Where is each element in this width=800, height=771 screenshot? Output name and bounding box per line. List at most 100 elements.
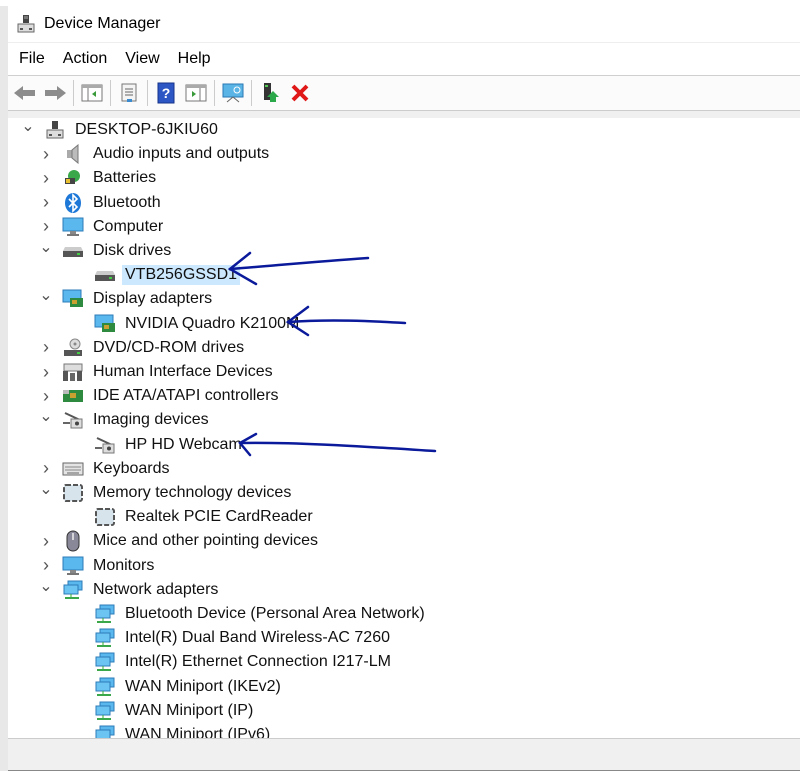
- properties-icon: [119, 83, 139, 103]
- monitor-icon: [62, 556, 84, 576]
- keyboard-icon: [62, 459, 84, 479]
- tree-device[interactable]: WAN Miniport (IKEv2): [64, 675, 284, 699]
- chevron-right-icon[interactable]: ›: [38, 458, 54, 479]
- uninstall-device-button[interactable]: [285, 80, 315, 106]
- properties-button[interactable]: [114, 80, 144, 106]
- tree-device[interactable]: VTB256GSSD1: [64, 263, 241, 287]
- chevron-right-icon[interactable]: ›: [38, 386, 54, 407]
- tree-category[interactable]: › DVD/CD-ROM drives: [38, 336, 247, 360]
- tree-item-label: NVIDIA Quadro K2100M: [125, 314, 300, 332]
- network-adapter-icon: [94, 725, 116, 738]
- toolbar-separator: [147, 80, 148, 106]
- tree-device[interactable]: Bluetooth Device (Personal Area Network): [64, 602, 428, 626]
- window-title: Device Manager: [44, 15, 161, 32]
- tree-root-computer[interactable]: ⌄ DESKTOP-6JKIU60: [20, 118, 221, 142]
- tree-item-label: Human Interface Devices: [93, 363, 273, 380]
- tree-item-label: Computer: [93, 217, 164, 235]
- chevron-right-icon[interactable]: ›: [38, 168, 54, 189]
- svg-text:?: ?: [162, 85, 171, 101]
- menu-action[interactable]: Action: [54, 50, 116, 68]
- chevron-right-icon[interactable]: ›: [38, 555, 54, 576]
- tree-device[interactable]: Intel(R) Dual Band Wireless-AC 7260: [64, 626, 393, 650]
- tree-item-label: WAN Miniport (IPv6): [125, 726, 271, 738]
- menu-bar: File Action View Help: [8, 42, 800, 75]
- chevron-right-icon[interactable]: ›: [38, 362, 54, 383]
- tree-device[interactable]: WAN Miniport (IPv6): [64, 723, 273, 738]
- tree-item-label: Imaging devices: [93, 411, 209, 429]
- chevron-down-icon[interactable]: ⌄: [38, 576, 54, 596]
- help-button[interactable]: ?: [151, 80, 181, 106]
- back-button[interactable]: [10, 80, 40, 106]
- chevron-right-icon[interactable]: ›: [38, 337, 54, 358]
- toolbar: ?: [8, 75, 800, 111]
- tree-device[interactable]: Intel(R) Ethernet Connection I217-LM: [64, 650, 394, 674]
- tree-category[interactable]: ⌄ Disk drives: [38, 239, 174, 263]
- ide-controller-icon: [62, 386, 84, 406]
- tree-device[interactable]: WAN Miniport (IP): [64, 699, 256, 723]
- help-icon: ?: [157, 82, 175, 104]
- tree-item-label: Bluetooth Device (Personal Area Network): [125, 605, 425, 622]
- tree-category[interactable]: › Keyboards: [38, 457, 173, 481]
- tree-category[interactable]: › IDE ATA/ATAPI controllers: [38, 384, 282, 408]
- tree-device[interactable]: HP HD Webcam: [64, 433, 245, 457]
- tree-item-label: Realtek PCIE CardReader: [125, 508, 313, 526]
- menu-file[interactable]: File: [10, 50, 54, 68]
- red-x-icon: [290, 83, 310, 103]
- chevron-right-icon[interactable]: ›: [38, 144, 54, 165]
- tree-device[interactable]: Realtek PCIE CardReader: [64, 505, 316, 529]
- network-adapter-icon: [94, 701, 116, 721]
- show-action-pane-button[interactable]: [181, 80, 211, 106]
- arrow-right-icon: [43, 84, 67, 102]
- battery-icon: [62, 168, 84, 188]
- scan-hardware-changes-button[interactable]: [218, 80, 248, 106]
- tree-item-label: Disk drives: [93, 242, 172, 259]
- camera-icon: [94, 435, 116, 455]
- status-bar: [8, 738, 800, 770]
- tree-category[interactable]: ⌄ Memory technology devices: [38, 481, 294, 505]
- chevron-down-icon[interactable]: ⌄: [38, 479, 54, 499]
- tree-item-label: Keyboards: [93, 459, 170, 477]
- tree-category[interactable]: › Computer: [38, 215, 166, 239]
- chevron-down-icon[interactable]: ⌄: [38, 237, 54, 257]
- network-adapter-icon: [62, 580, 84, 600]
- tree-category[interactable]: › Bluetooth: [38, 191, 164, 215]
- camera-icon: [62, 410, 84, 430]
- chevron-down-icon[interactable]: ⌄: [38, 406, 54, 426]
- tree-category[interactable]: › Human Interface Devices: [38, 360, 276, 384]
- chevron-right-icon[interactable]: ›: [38, 216, 54, 237]
- tree-item-label: Network adapters: [93, 580, 219, 598]
- update-driver-icon: [260, 82, 280, 104]
- chevron-down-icon[interactable]: ⌄: [38, 285, 54, 305]
- tree-category[interactable]: › Monitors: [38, 554, 157, 578]
- tree-item-label: Intel(R) Dual Band Wireless-AC 7260: [125, 629, 390, 647]
- tree-device[interactable]: NVIDIA Quadro K2100M: [64, 312, 302, 336]
- tree-item-label: WAN Miniport (IKEv2): [125, 677, 281, 695]
- dvd-drive-icon: [62, 338, 84, 358]
- memory-card-icon: [94, 507, 116, 527]
- chevron-right-icon[interactable]: ›: [38, 192, 54, 213]
- tree-item-label: IDE ATA/ATAPI controllers: [93, 387, 279, 405]
- tree-item-label: VTB256GSSD1: [122, 265, 241, 286]
- hid-icon: [62, 362, 84, 382]
- chevron-down-icon[interactable]: ⌄: [20, 118, 36, 136]
- tree-category[interactable]: ⌄ Network adapters: [38, 578, 221, 602]
- chevron-right-icon[interactable]: ›: [38, 531, 54, 552]
- tree-item-label: Mice and other pointing devices: [93, 532, 319, 550]
- bluetooth-icon: [62, 192, 84, 213]
- display-adapter-icon: [94, 314, 116, 334]
- show-hide-console-tree-button[interactable]: [77, 80, 107, 106]
- tree-category[interactable]: ⌄ Imaging devices: [38, 408, 212, 432]
- toolbar-separator: [73, 80, 74, 106]
- forward-button[interactable]: [40, 80, 70, 106]
- disk-drive-icon: [62, 241, 84, 261]
- tree-category[interactable]: › Audio inputs and outputs: [38, 142, 272, 166]
- menu-view[interactable]: View: [116, 50, 168, 68]
- tree-category[interactable]: › Mice and other pointing devices: [38, 529, 321, 553]
- update-driver-button[interactable]: [255, 80, 285, 106]
- tree-category[interactable]: ⌄ Display adapters: [38, 287, 215, 311]
- tree-category[interactable]: › Batteries: [38, 166, 159, 190]
- menu-help[interactable]: Help: [169, 50, 220, 68]
- toolbar-separator: [251, 80, 252, 106]
- action-pane-icon: [185, 84, 207, 102]
- tree-item-label: Monitors: [93, 556, 155, 574]
